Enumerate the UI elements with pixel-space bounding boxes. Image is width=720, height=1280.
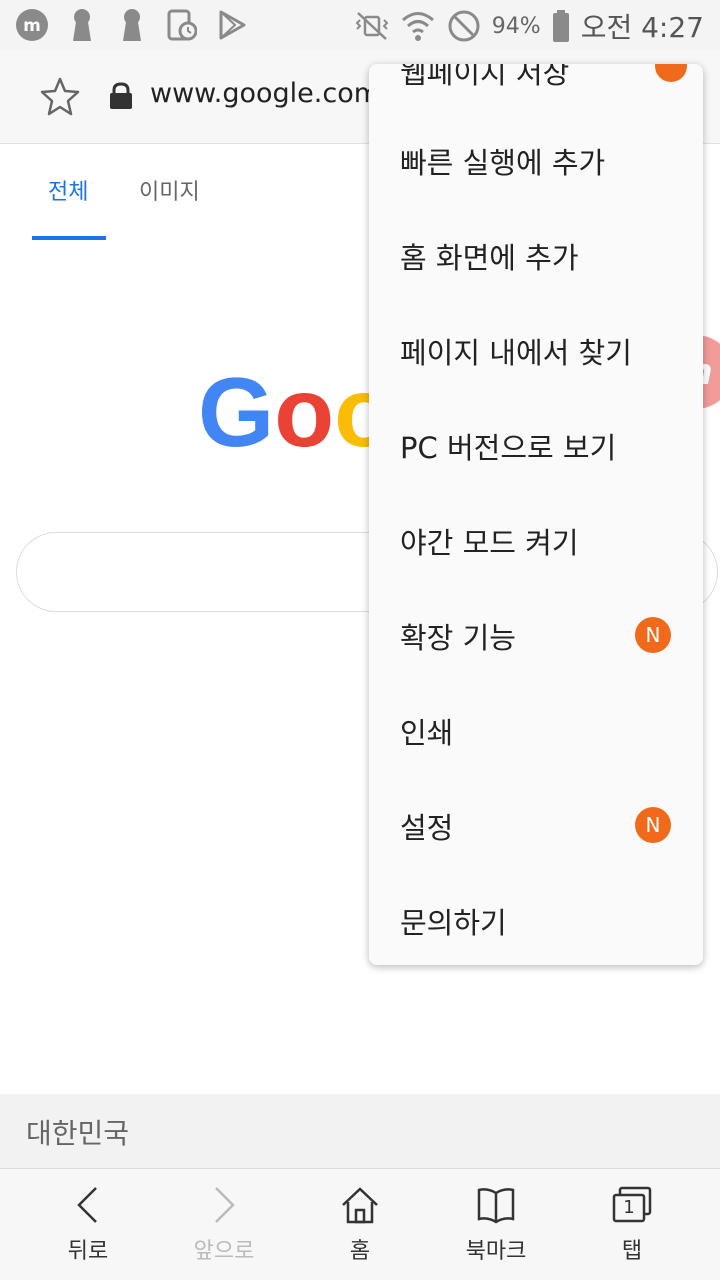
play-store-icon [214,6,250,44]
home-icon [340,1185,380,1225]
battery-percent: 94% [491,13,541,39]
wifi-icon [400,7,436,45]
lock-icon [108,82,134,110]
status-right-icons: 94% 오전 4:27 [354,6,704,46]
home-button[interactable]: 홈 [300,1169,420,1280]
partial-badge [655,64,687,82]
menu-item-find-in-page[interactable]: 페이지 내에서 찾기 [369,302,703,397]
back-label: 뒤로 [67,1239,109,1264]
menu-item-desktop-version[interactable]: PC 버전으로 보기 [369,397,703,492]
menu-item-label: 확장 기능 [400,621,516,655]
google-logo-text: Goo [198,362,378,462]
menu-item-add-quick-access[interactable]: 빠른 실행에 추가 [369,112,703,207]
tab-images[interactable]: 이미지 [139,174,200,206]
menu-item-label: PC 버전으로 보기 [400,431,617,465]
book-icon [476,1185,516,1225]
active-tab-indicator [32,236,106,240]
menu-item-label: 설정 [400,811,454,845]
menu-item-label: 인쇄 [400,716,454,750]
menu-item-night-mode[interactable]: 야간 모드 켜기 [369,492,703,587]
menu-item-label: 페이지 내에서 찾기 [400,336,632,370]
region-footer: 대한민국 [0,1094,720,1168]
menu-item-partial-top[interactable]: 웹페이지 저장 [400,64,569,92]
tab-all[interactable]: 전체 [48,174,88,206]
chevron-left-icon [68,1185,108,1225]
keyhole-icon [114,6,150,44]
clock-time: 오전 4:27 [580,11,704,44]
home-label: 홈 [349,1239,371,1264]
bookmark-star-icon[interactable] [40,76,80,116]
back-button[interactable]: 뒤로 [28,1169,148,1280]
bookmarks-button[interactable]: 북마크 [436,1169,556,1280]
forward-label: 앞으로 [193,1239,255,1264]
google-logo: Goo [198,357,394,467]
chevron-right-icon [204,1185,244,1225]
bookmarks-label: 북마크 [465,1239,527,1264]
mute-vibrate-icon [354,7,390,45]
new-badge: N [635,617,671,653]
svg-text:m: m [23,16,41,36]
keyhole-icon [64,6,100,44]
overflow-menu: 웹페이지 저장 빠른 실행에 추가 홈 화면에 추가 페이지 내에서 찾기 PC… [369,64,703,965]
region-label: 대한민국 [26,1117,130,1150]
menu-item-label: 야간 모드 켜기 [400,526,579,560]
menu-item-add-home-screen[interactable]: 홈 화면에 추가 [369,207,703,302]
battery-icon [551,7,571,45]
menu-item-contact-us[interactable]: 문의하기 [369,872,703,965]
bottom-navigation: 뒤로 앞으로 홈 북마크 1 탭 [0,1168,720,1280]
menu-item-settings[interactable]: 설정 N [369,777,703,872]
menu-item-print[interactable]: 인쇄 [369,682,703,777]
menu-item-label: 문의하기 [400,906,507,940]
browser-screen: m 94% 오전 4:27 www.google.com 전체 이미지 Goo … [0,0,720,1280]
menu-item-extensions[interactable]: 확장 기능 N [369,587,703,682]
tabs-label: 탭 [621,1239,643,1264]
new-badge: N [635,807,671,843]
tabs-button[interactable]: 1 탭 [572,1169,692,1280]
menu-item-label: 빠른 실행에 추가 [400,146,606,180]
menu-item-label: 홈 화면에 추가 [400,241,579,275]
address-field[interactable]: www.google.com [150,78,380,109]
status-bar: m 94% 오전 4:27 [0,0,720,50]
screen-clock-icon [164,6,200,44]
tabs-icon: 1 [612,1185,652,1225]
do-not-disturb-icon [446,7,482,45]
status-left-icons: m [14,6,250,44]
tab-count: 1 [623,1197,635,1218]
forward-button[interactable]: 앞으로 [164,1169,284,1280]
m-app-icon: m [14,6,50,44]
